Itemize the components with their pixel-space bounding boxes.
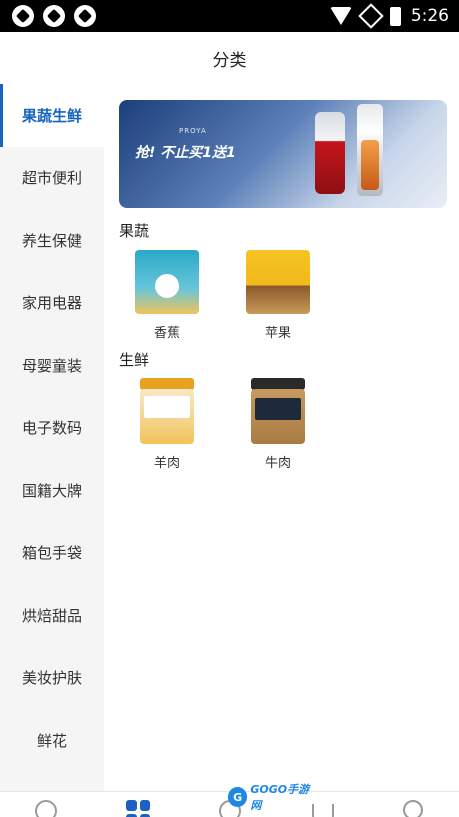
- promo-banner[interactable]: PROYA 抢! 不止买1送1: [119, 100, 447, 208]
- no-signal-icon: [358, 3, 384, 29]
- sidebar-item-label: 超市便利: [21, 169, 82, 188]
- tab-home[interactable]: [31, 800, 61, 817]
- sidebar-item-appliances[interactable]: 家用电器: [0, 272, 104, 335]
- wifi-icon: [329, 7, 352, 25]
- watermark-logo-icon: G: [228, 787, 248, 807]
- sidebar-item-label: 母婴童装: [21, 356, 82, 375]
- sidebar-item-flowers[interactable]: 鲜花: [0, 709, 104, 772]
- section-title-fruits: 果蔬: [119, 222, 150, 240]
- status-time: 5:26: [410, 6, 449, 26]
- header: 分类: [0, 32, 459, 84]
- product-image: [135, 250, 199, 314]
- product-name: 羊肉: [153, 456, 180, 471]
- product-name: 牛肉: [264, 456, 291, 471]
- status-system: 5:26: [329, 3, 449, 29]
- sidebar-item-beauty[interactable]: 美妆护肤: [0, 647, 104, 710]
- sidebar-item-label: 鲜花: [36, 731, 67, 750]
- sidebar-item-label: 养生保健: [21, 231, 82, 250]
- sidebar-item-supermarket[interactable]: 超市便利: [0, 147, 104, 210]
- sidebar-item-label: 电子数码: [21, 419, 82, 438]
- sidebar-item-brands[interactable]: 国籍大牌: [0, 459, 104, 522]
- battery-icon: [389, 6, 401, 26]
- sidebar-item-label: 国籍大牌: [21, 481, 82, 500]
- sidebar-item-label: 烘焙甜品: [21, 606, 82, 625]
- watermark-text: GOGO手游网: [250, 783, 310, 812]
- page-title: 分类: [212, 50, 247, 71]
- product-item-lamb[interactable]: 羊肉: [122, 378, 212, 471]
- product-image: [138, 378, 196, 444]
- sidebar-item-label: 家用电器: [21, 294, 82, 313]
- product-item-banana[interactable]: 香蕉: [122, 250, 212, 341]
- product-image: [249, 378, 307, 444]
- product-item-beef[interactable]: 牛肉: [233, 378, 323, 471]
- section-title-fresh: 生鲜: [119, 351, 150, 369]
- sidebar-item-baby-kids[interactable]: 母婴童装: [0, 334, 104, 397]
- status-bar: 5:26: [0, 0, 459, 32]
- product-bottle-image: [315, 112, 345, 194]
- status-notifications: [12, 5, 96, 27]
- notification-icon: [12, 5, 34, 27]
- sidebar-item-bakery[interactable]: 烘焙甜品: [0, 584, 104, 647]
- banner-brand: PROYA: [179, 127, 207, 135]
- sidebar-item-bags[interactable]: 箱包手袋: [0, 522, 104, 585]
- home-icon: [35, 800, 57, 817]
- product-item-apple[interactable]: 苹果: [233, 250, 323, 341]
- tab-profile[interactable]: [398, 800, 428, 817]
- notification-icon: [43, 5, 65, 27]
- product-bottle-image: [361, 140, 379, 190]
- user-icon: [403, 800, 423, 817]
- sidebar-item-fruits-fresh[interactable]: 果蔬生鲜: [0, 84, 104, 147]
- watermark: G GOGO手游网: [228, 783, 318, 812]
- product-name: 苹果: [264, 326, 291, 341]
- sidebar-item-electronics[interactable]: 电子数码: [0, 397, 104, 460]
- sidebar-item-label: 美妆护肤: [21, 669, 82, 688]
- category-sidebar: 果蔬生鲜 超市便利 养生保健 家用电器 母婴童装 电子数码 国籍大牌 箱包手袋 …: [0, 84, 104, 791]
- category-grid-icon: [126, 800, 150, 817]
- sidebar-item-label: 箱包手袋: [21, 544, 82, 563]
- product-name: 香蕉: [153, 326, 180, 341]
- product-image: [246, 250, 310, 314]
- category-content: PROYA 抢! 不止买1送1 果蔬 香蕉 苹果 生鲜 羊肉 牛肉: [104, 84, 459, 791]
- sidebar-item-health[interactable]: 养生保健: [0, 209, 104, 272]
- banner-headline: 抢! 不止买1送1: [135, 145, 236, 161]
- sidebar-item-label: 果蔬生鲜: [21, 106, 82, 125]
- tab-category[interactable]: [123, 800, 153, 817]
- notification-icon: [74, 5, 96, 27]
